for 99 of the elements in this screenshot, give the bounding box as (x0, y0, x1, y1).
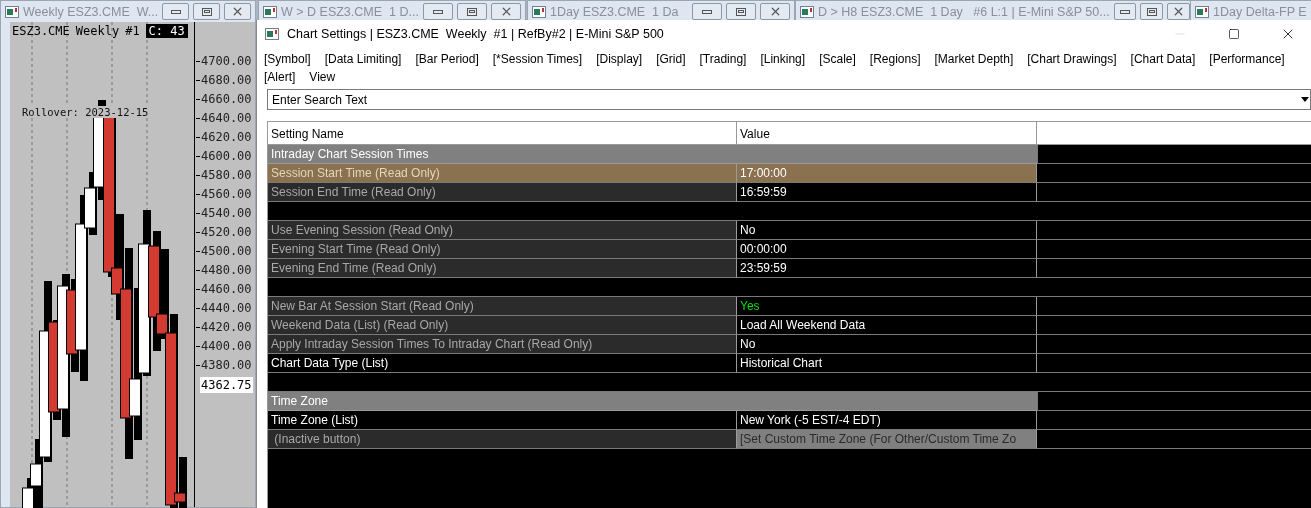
settings-menu-item[interactable]: [Display] (596, 51, 643, 67)
chart-symbol: ESZ3.CME (12, 24, 70, 38)
price-label: 4620.00 (195, 128, 255, 147)
group-header[interactable]: Time Zone (268, 392, 1037, 411)
column-header[interactable]: Value (737, 122, 1037, 144)
app-icon (265, 28, 279, 40)
price-label: 4640.00 (195, 109, 255, 128)
last-price-label: 4362.75 (200, 377, 253, 393)
restore-button[interactable] (457, 3, 487, 20)
minimize-icon (433, 9, 443, 14)
settings-menu-item[interactable]: View (309, 69, 336, 85)
close-button[interactable] (224, 3, 251, 20)
setting-value[interactable]: Yes (737, 297, 1037, 316)
window-title: D > H8 ESZ3.CME 1 Day #6 L:1 | E-Mini S&P 50... (818, 4, 1110, 19)
settings-menu-item[interactable]: [Scale] (819, 51, 856, 67)
dialog-title: Chart Settings | ESZ3.CME Weekly #1 | RefBy#2 | E-Mini S&P 500 (287, 27, 665, 41)
setting-name[interactable]: Session End Time (Read Only) (268, 183, 737, 202)
restore-button[interactable] (726, 3, 756, 20)
close-icon (231, 5, 244, 18)
price-label: 4680.00 (195, 71, 255, 90)
price-label: 4580.00 (195, 166, 255, 185)
window-title: Weekly ESZ3.CME W... (23, 4, 159, 19)
settings-menu-item[interactable]: [Linking] (760, 51, 806, 67)
setting-name[interactable]: (Inactive button) (268, 430, 737, 449)
settings-menu-item[interactable]: [Trading] (699, 51, 747, 67)
close-button[interactable] (1167, 3, 1190, 20)
app-icon (263, 5, 277, 18)
close-button[interactable] (491, 3, 521, 20)
settings-menu-item[interactable]: [Regions] (869, 51, 921, 67)
search-field[interactable]: Enter Search Text (267, 89, 1311, 110)
minimize-button[interactable] (692, 3, 722, 20)
price-label: 4460.00 (195, 280, 255, 299)
app-icon (1195, 5, 1209, 18)
maximize-icon (1228, 28, 1240, 40)
window-title: W > D ESZ3.CME 1 D... (281, 4, 419, 19)
close-price-label: C: 43 (145, 24, 188, 38)
setting-value[interactable]: No (737, 335, 1037, 354)
price-label: 4520.00 (195, 223, 255, 242)
minimize-button[interactable] (162, 3, 190, 20)
price-label: 4540.00 (195, 204, 255, 223)
settings-menu-item[interactable]: [Chart Data] (1130, 51, 1196, 67)
setting-value[interactable]: Historical Chart (737, 354, 1037, 373)
minimize-icon (170, 9, 181, 14)
group-header[interactable]: Intraday Chart Session Times (268, 145, 1037, 164)
restore-button[interactable] (1140, 3, 1164, 20)
price-label: 4480.00 (195, 261, 255, 280)
setting-name[interactable]: Chart Data Type (List) (268, 354, 737, 373)
setting-value[interactable]: 17:00:00 (737, 164, 1037, 183)
settings-menu-item[interactable]: [*Session Times] (492, 51, 583, 67)
price-label: 4380.00 (195, 356, 255, 375)
restore-button[interactable] (193, 3, 221, 20)
setting-value[interactable]: 00:00:00 (737, 240, 1037, 259)
minimize-button[interactable] (1113, 3, 1137, 20)
close-button[interactable] (760, 3, 790, 20)
window-title: 1Day ESZ3.CME 1 Da (550, 4, 680, 19)
price-label: 4420.00 (195, 318, 255, 337)
setting-name[interactable]: Time Zone (List) (268, 411, 737, 430)
settings-menu-item[interactable]: [Bar Period] (415, 51, 479, 67)
setting-name[interactable]: Evening End Time (Read Only) (268, 259, 737, 278)
restore-icon (1146, 7, 1157, 16)
chart-number: #1 (125, 24, 140, 38)
setting-value[interactable]: 23:59:59 (737, 259, 1037, 278)
setting-name[interactable]: Evening Start Time (Read Only) (268, 240, 737, 259)
minimize-button[interactable] (423, 3, 453, 20)
price-label: 4400.00 (195, 337, 255, 356)
setting-name[interactable]: Use Evening Session (Read Only) (268, 221, 737, 240)
setting-name[interactable]: Weekend Data (List) (Read Only) (268, 316, 737, 335)
setting-name[interactable]: Apply Intraday Session Times To Intraday Chart (Read Only) (268, 335, 737, 354)
column-header[interactable]: Setting Name (268, 122, 737, 144)
minimize-icon (1120, 9, 1131, 14)
setting-value[interactable]: Load All Weekend Data (737, 316, 1037, 335)
app-icon (800, 5, 814, 18)
price-label: 4660.00 (195, 90, 255, 109)
window-title: 1Day Delta-FP E (1213, 4, 1308, 19)
settings-menu-item[interactable]: [Grid] (656, 51, 686, 67)
setting-value[interactable]: New York (-5 EST/-4 EDT) (737, 411, 1037, 430)
dropdown-caret-icon[interactable] (1301, 97, 1309, 102)
settings-menu-item[interactable]: [Symbol] (264, 51, 311, 67)
settings-menu-item[interactable]: [Performance] (1209, 51, 1285, 67)
minimize-icon (702, 9, 712, 14)
settings-menu-item[interactable]: [Market Depth] (934, 51, 1014, 67)
app-icon (532, 5, 546, 18)
price-label: 4700.00 (195, 52, 255, 71)
restore-icon (201, 7, 212, 16)
chart-period: Weekly (75, 24, 120, 38)
rollover-label: Rollover: 2023-12-15 (22, 106, 149, 118)
app-icon (5, 5, 19, 18)
price-label: 4440.00 (195, 299, 255, 318)
setting-value[interactable]: No (737, 221, 1037, 240)
restore-icon (736, 7, 746, 16)
restore-icon (467, 7, 477, 16)
price-label: 4500.00 (195, 242, 255, 261)
price-label: 4560.00 (195, 185, 255, 204)
settings-menu-item[interactable]: [Alert] (264, 69, 296, 85)
setting-name[interactable]: New Bar At Session Start (Read Only) (268, 297, 737, 316)
settings-menu-item[interactable]: [Data Limiting] (324, 51, 402, 67)
settings-menu-item[interactable]: [Chart Drawings] (1027, 51, 1117, 67)
price-label: 4600.00 (195, 147, 255, 166)
setting-value[interactable]: 16:59:59 (737, 183, 1037, 202)
